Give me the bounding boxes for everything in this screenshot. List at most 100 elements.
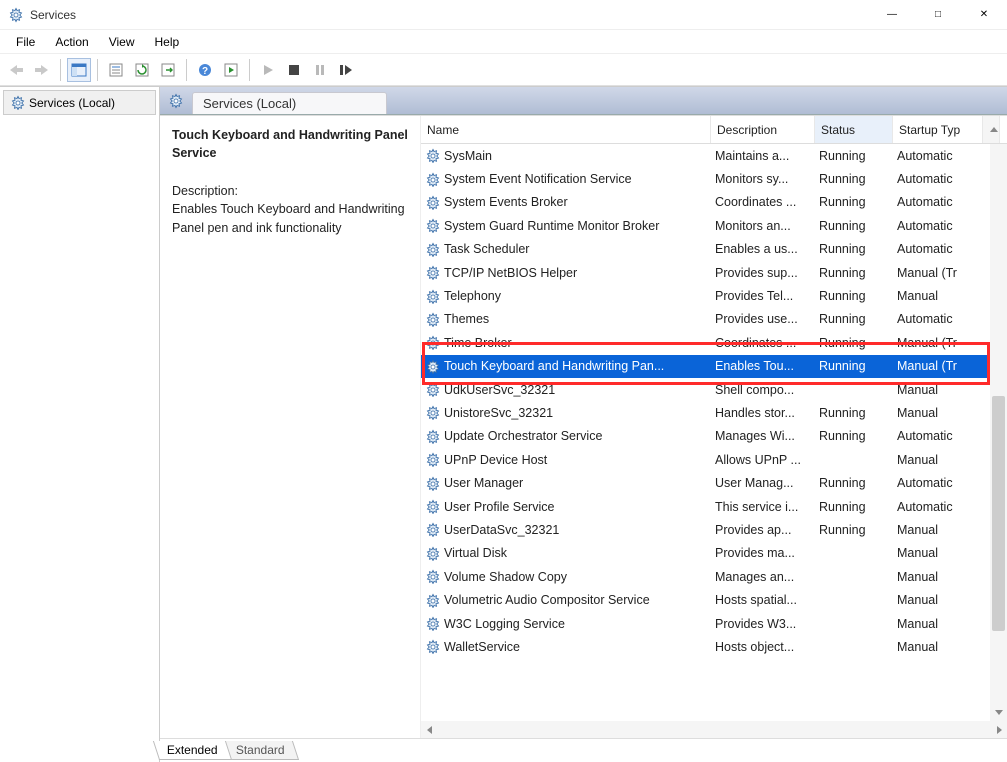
gear-icon: [425, 569, 440, 584]
gear-icon: [425, 452, 440, 467]
service-row[interactable]: SysMainMaintains a...RunningAutomatic: [421, 144, 1007, 167]
service-startup: Automatic: [893, 429, 983, 443]
scroll-down-button[interactable]: [990, 704, 1007, 721]
scroll-right-button[interactable]: [990, 723, 1007, 737]
service-name: User Profile Service: [444, 500, 554, 514]
show-hide-tree-button[interactable]: [67, 58, 91, 82]
forward-button[interactable]: [30, 58, 54, 82]
back-button[interactable]: [4, 58, 28, 82]
service-row[interactable]: Task SchedulerEnables a us...RunningAuto…: [421, 238, 1007, 261]
help-button[interactable]: ?: [193, 58, 217, 82]
service-row[interactable]: System Events BrokerCoordinates ...Runni…: [421, 191, 1007, 214]
service-name: UserDataSvc_32321: [444, 523, 559, 537]
service-row[interactable]: WalletServiceHosts object...Manual: [421, 635, 1007, 658]
tab-standard[interactable]: Standard: [222, 741, 299, 760]
column-startup[interactable]: Startup Typ: [893, 116, 983, 143]
column-status[interactable]: Status: [815, 116, 893, 143]
service-row[interactable]: Volumetric Audio Compositor ServiceHosts…: [421, 588, 1007, 611]
service-row[interactable]: ThemesProvides use...RunningAutomatic: [421, 308, 1007, 331]
service-row[interactable]: TelephonyProvides Tel...RunningManual: [421, 284, 1007, 307]
service-startup: Automatic: [893, 242, 983, 256]
refresh-button[interactable]: [130, 58, 154, 82]
service-row[interactable]: System Guard Runtime Monitor Broker Monit…: [421, 214, 1007, 237]
restart-service-button[interactable]: [334, 58, 358, 82]
gear-icon: [425, 289, 440, 304]
service-row[interactable]: UserDataSvc_32321Provides ap...RunningMa…: [421, 518, 1007, 541]
service-row[interactable]: Update Orchestrator Service Manages Wi...…: [421, 425, 1007, 448]
menu-action[interactable]: Action: [47, 33, 96, 51]
export-button[interactable]: [156, 58, 180, 82]
service-name: System Event Notification Service: [444, 172, 632, 186]
start-service-button[interactable]: [256, 58, 280, 82]
service-name: Telephony: [444, 289, 501, 303]
tab-extended[interactable]: Extended: [153, 741, 232, 760]
service-name: System Guard Runtime Monitor Broker: [444, 219, 659, 233]
service-row[interactable]: UnistoreSvc_32321Handles stor...RunningM…: [421, 401, 1007, 424]
gear-icon: [425, 195, 440, 210]
gear-icon: [425, 172, 440, 187]
service-row[interactable]: System Event Notification Service Monitor…: [421, 167, 1007, 190]
service-row[interactable]: UdkUserSvc_32321Shell compo...Manual: [421, 378, 1007, 401]
gear-icon: [425, 148, 440, 163]
gear-icon: [425, 312, 440, 327]
tree-root-item[interactable]: Services (Local): [3, 90, 156, 115]
maximize-button[interactable]: □: [915, 0, 961, 30]
service-startup: Automatic: [893, 195, 983, 209]
service-description: Monitors an...: [711, 219, 815, 233]
service-description: Manages Wi...: [711, 429, 815, 443]
column-name[interactable]: Name: [421, 116, 711, 143]
scroll-left-button[interactable]: [421, 723, 438, 737]
gear-icon: [425, 522, 440, 537]
service-startup: Automatic: [893, 219, 983, 233]
service-description: Shell compo...: [711, 383, 815, 397]
description-text: Enables Touch Keyboard and Handwriting P…: [172, 200, 408, 236]
service-status: Running: [815, 195, 893, 209]
service-name: Update Orchestrator Service: [444, 429, 602, 443]
menu-help[interactable]: Help: [147, 33, 188, 51]
column-description[interactable]: Description: [711, 116, 815, 143]
service-description: Hosts spatial...: [711, 593, 815, 607]
close-button[interactable]: ✕: [961, 0, 1007, 30]
minimize-button[interactable]: —: [869, 0, 915, 30]
service-row[interactable]: User Profile ServiceThis service i...Run…: [421, 495, 1007, 518]
window-title: Services: [30, 8, 76, 22]
service-startup: Manual (Tr: [893, 266, 983, 280]
gear-icon: [425, 218, 440, 233]
titlebar: Services — □ ✕: [0, 0, 1007, 30]
service-description: Maintains a...: [711, 149, 815, 163]
service-name: SysMain: [444, 149, 492, 163]
service-row[interactable]: Volume Shadow CopyManages an...Manual: [421, 565, 1007, 588]
service-row[interactable]: Virtual DiskProvides ma...Manual: [421, 542, 1007, 565]
service-status: Running: [815, 523, 893, 537]
scroll-up-button[interactable]: [983, 116, 1000, 143]
service-status: Running: [815, 266, 893, 280]
service-row[interactable]: Touch Keyboard and Handwriting Pan...Ena…: [421, 355, 1007, 378]
service-status: Running: [815, 500, 893, 514]
service-description: User Manag...: [711, 476, 815, 490]
service-row[interactable]: UPnP Device HostAllows UPnP ...Manual: [421, 448, 1007, 471]
menu-view[interactable]: View: [101, 33, 143, 51]
vertical-scrollbar[interactable]: [990, 144, 1007, 721]
gear-icon: [168, 93, 184, 109]
menu-file[interactable]: File: [8, 33, 43, 51]
horizontal-scrollbar[interactable]: [421, 721, 1007, 738]
service-name: Virtual Disk: [444, 546, 507, 560]
properties-button[interactable]: [104, 58, 128, 82]
service-description: Monitors sy...: [711, 172, 815, 186]
service-row[interactable]: TCP/IP NetBIOS HelperProvides sup...Runn…: [421, 261, 1007, 284]
scrollbar-thumb[interactable]: [992, 396, 1005, 631]
gear-icon: [425, 593, 440, 608]
gear-icon: [425, 639, 440, 654]
pause-service-button[interactable]: [308, 58, 332, 82]
service-row[interactable]: Time BrokerCoordinates ...RunningManual …: [421, 331, 1007, 354]
service-description: Handles stor...: [711, 406, 815, 420]
service-name: WalletService: [444, 640, 520, 654]
action-button[interactable]: [219, 58, 243, 82]
service-description: Hosts object...: [711, 640, 815, 654]
service-row[interactable]: W3C Logging ServiceProvides W3...Manual: [421, 612, 1007, 635]
gear-icon: [425, 265, 440, 280]
service-name: Task Scheduler: [444, 242, 529, 256]
service-row[interactable]: User ManagerUser Manag...RunningAutomati…: [421, 471, 1007, 494]
service-name: Volume Shadow Copy: [444, 570, 567, 584]
stop-service-button[interactable]: [282, 58, 306, 82]
